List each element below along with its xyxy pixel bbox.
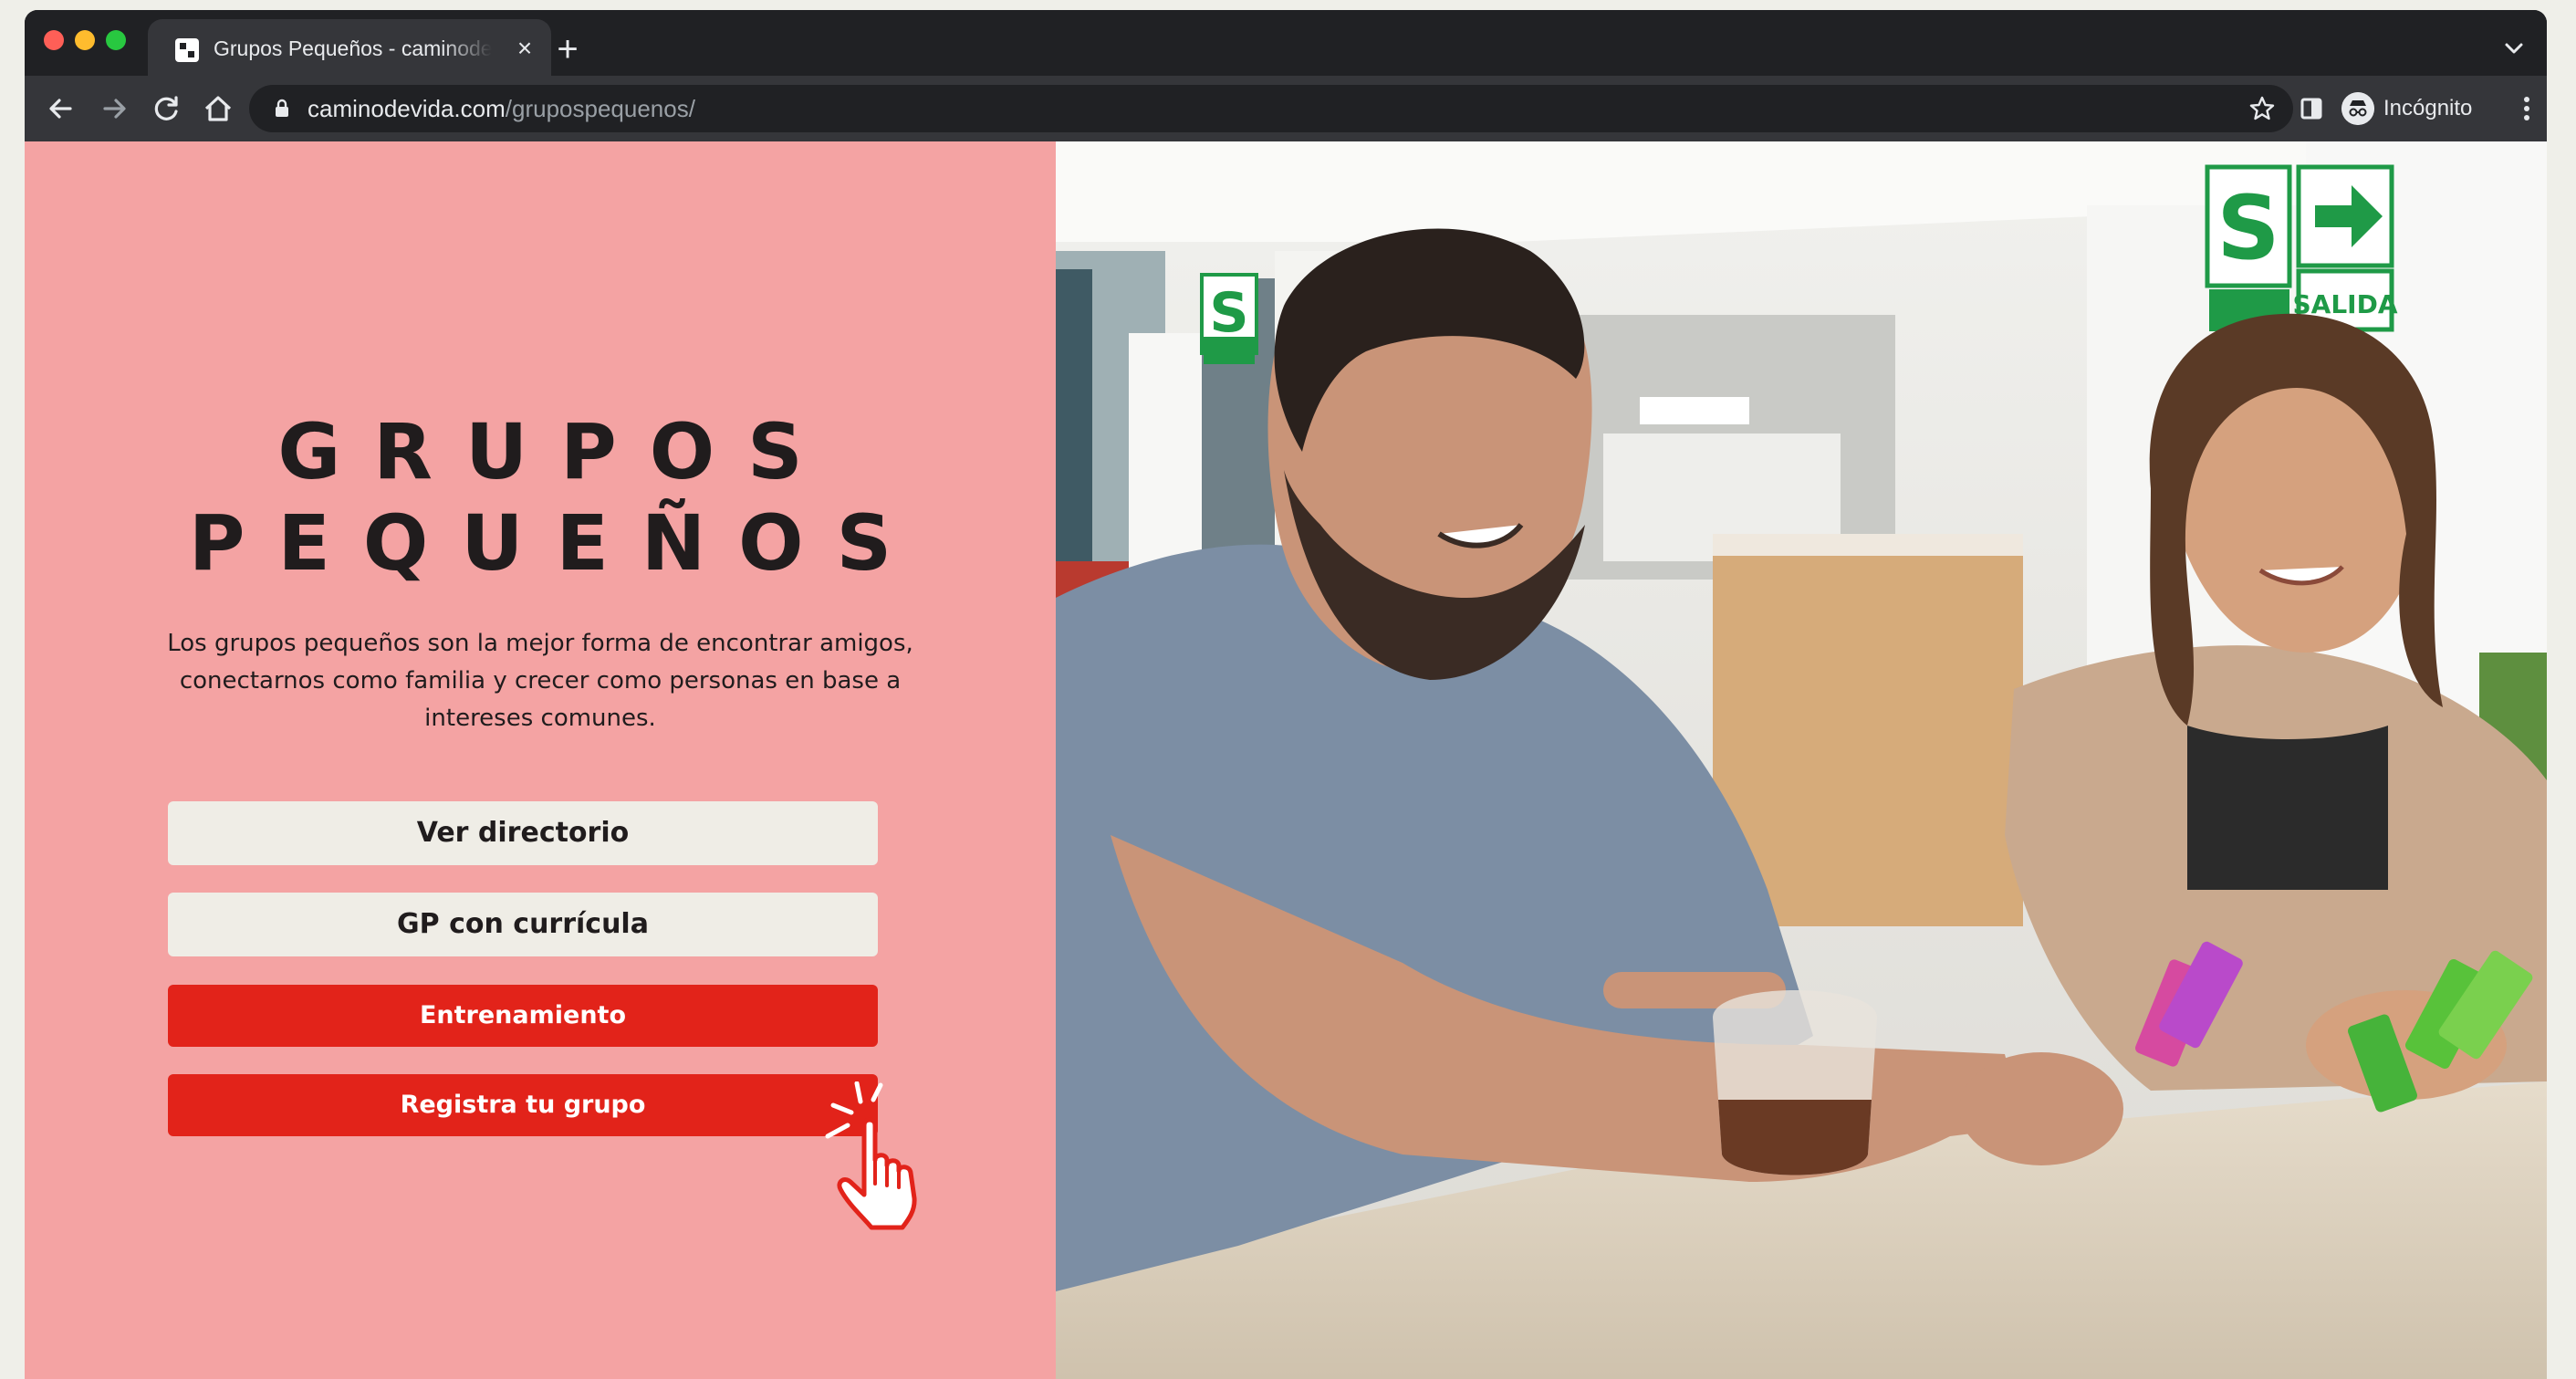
tab-search-chevron-icon[interactable] [2496, 30, 2532, 67]
tab-strip: Grupos Pequeños - caminodevida × + [25, 10, 2547, 76]
arrow-right-icon [103, 99, 126, 119]
lock-icon[interactable] [271, 98, 293, 120]
reload-icon [154, 96, 178, 120]
home-button[interactable] [198, 89, 238, 129]
window-close-button[interactable] [44, 30, 64, 50]
hero-photo: S SALIDA S [1056, 141, 2547, 1379]
title-line-2: PEQUEÑOS [188, 498, 925, 588]
browser-menu-button[interactable] [2507, 89, 2547, 129]
couple-playing-cards-illustration: S SALIDA S [1056, 141, 2547, 1379]
bookmark-star-button[interactable] [2247, 94, 2277, 123]
star-icon [2249, 96, 2275, 120]
svg-text:S: S [2216, 177, 2279, 279]
back-button[interactable] [41, 89, 81, 129]
site-favicon-icon [175, 38, 199, 62]
iced-tea-glass [1713, 990, 1877, 1175]
browser-tab-active[interactable]: Grupos Pequeños - caminodevida × [148, 19, 551, 76]
profile-label: Incógnito [2383, 96, 2473, 120]
home-icon [204, 96, 232, 121]
tab-close-button[interactable]: × [511, 35, 538, 62]
exit-sign: S SALIDA [2205, 164, 2398, 332]
arrow-left-icon [49, 99, 72, 119]
window-maximize-button[interactable] [106, 30, 126, 50]
curriculum-button[interactable]: GP con currícula [168, 893, 878, 956]
hero-description: Los grupos pequeños son la mejor forma d… [167, 630, 913, 732]
url-text: caminodevida.com/grupospequenos/ [308, 95, 695, 122]
directory-button[interactable]: Ver directorio [168, 801, 878, 865]
incognito-icon [2341, 92, 2374, 125]
page-viewport: GRUPOS PEQUEÑOS Los grupos pequeños son … [25, 141, 2547, 1379]
hand-pointer-icon [825, 1081, 917, 1230]
forward-button[interactable] [94, 89, 134, 129]
safe-zone-sign: S [1200, 273, 1258, 364]
address-bar[interactable]: caminodevida.com/grupospequenos/ [249, 85, 2293, 132]
browser-window: Grupos Pequeños - caminodevida × + [25, 10, 2547, 1379]
browser-toolbar: caminodevida.com/grupospequenos/ Incógni… [25, 76, 2547, 141]
profile-incognito-chip[interactable]: Incógnito [2334, 85, 2498, 132]
reload-button[interactable] [147, 89, 187, 129]
tab-title: Grupos Pequeños - caminodevida [214, 37, 492, 60]
new-tab-button[interactable]: + [545, 26, 590, 72]
training-button[interactable]: Entrenamiento [168, 985, 878, 1047]
window-minimize-button[interactable] [75, 30, 95, 50]
register-group-button[interactable]: Registra tu grupo [168, 1074, 878, 1136]
svg-text:S: S [1209, 281, 1248, 345]
kebab-menu-icon [2524, 97, 2529, 120]
page-title: GRUPOS PEQUEÑOS [25, 406, 1056, 589]
side-panel-button[interactable] [2291, 89, 2331, 129]
title-line-1: GRUPOS [277, 407, 836, 496]
side-panel-icon [2300, 98, 2322, 120]
hero-text-panel: GRUPOS PEQUEÑOS Los grupos pequeños son … [25, 141, 1056, 1379]
